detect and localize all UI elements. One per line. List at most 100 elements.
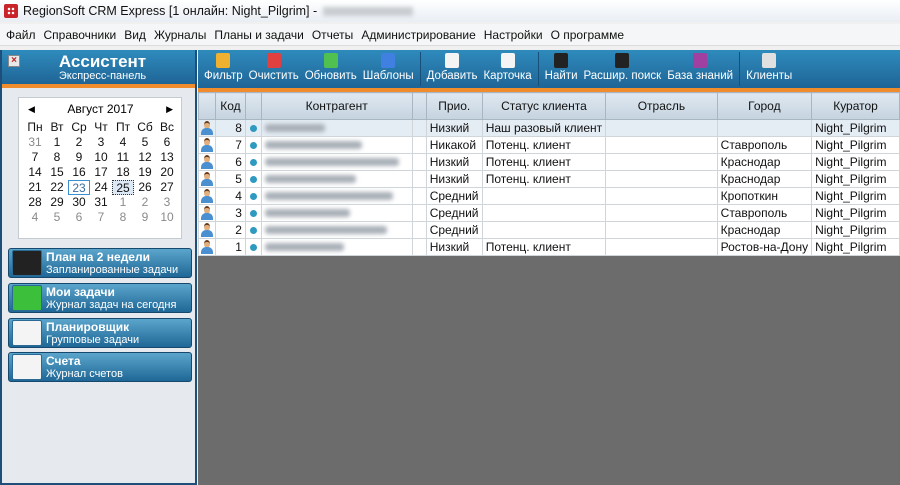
clear-filter-icon: [266, 53, 281, 68]
calendar-day[interactable]: 11: [112, 150, 134, 165]
clients-grid: Код Контрагент Прио. Статус клиента Отрасль Г…: [198, 92, 900, 485]
nav-button-title: Мои задачи: [46, 284, 115, 299]
calendar-day[interactable]: 25: [112, 180, 134, 195]
nav-button-2[interactable]: Мои задачи Журнал задач на сегодня: [8, 283, 192, 313]
calendar-day[interactable]: 5: [134, 135, 156, 150]
calendar-day[interactable]: 27: [156, 180, 178, 195]
nav-button-subtitle: Запланированные задачи: [46, 263, 179, 276]
menu-item[interactable]: Настройки: [480, 28, 547, 42]
calendar-day[interactable]: 4: [112, 135, 134, 150]
table-row[interactable]: 3 Средний Ставрополь Night_Pilgrim: [198, 204, 900, 222]
table-row[interactable]: 4 Средний Кропоткин Night_Pilgrim: [198, 187, 900, 205]
toolbar-button-clear-filter[interactable]: Очистить: [246, 50, 302, 88]
calendar-day[interactable]: 13: [156, 150, 178, 165]
calendar-day[interactable]: 4: [24, 210, 46, 225]
calendar-day[interactable]: 8: [46, 150, 68, 165]
calendar-day[interactable]: 12: [134, 150, 156, 165]
industry-cell: [605, 119, 718, 137]
table-row[interactable]: 6 Низкий Потенц. клиент Краснодар Night_Pilg…: [198, 153, 900, 171]
menu-item[interactable]: Вид: [120, 28, 150, 42]
menu-item[interactable]: О программе: [547, 28, 628, 42]
toolbar-button-card[interactable]: Карточка: [480, 50, 534, 88]
calendar-day[interactable]: 6: [156, 135, 178, 150]
calendar-day[interactable]: 2: [134, 195, 156, 210]
column-header[interactable]: [411, 92, 427, 120]
calendar-day[interactable]: 2: [68, 135, 90, 150]
calendar-day[interactable]: 18: [112, 165, 134, 180]
column-header[interactable]: Куратор: [811, 92, 900, 120]
prev-month-icon[interactable]: ◀: [28, 104, 35, 115]
calendar-day[interactable]: 16: [68, 165, 90, 180]
table-row[interactable]: 1 Низкий Потенц. клиент Ростов-на-Дону Night…: [198, 238, 900, 256]
calendar-day[interactable]: 31: [24, 135, 46, 150]
calendar-day[interactable]: 28: [24, 195, 46, 210]
calendar-day[interactable]: 17: [90, 165, 112, 180]
menu-item[interactable]: Файл: [2, 28, 40, 42]
calendar-day[interactable]: 7: [24, 150, 46, 165]
toolbar-button-binoculars[interactable]: Найти: [542, 50, 581, 88]
toolbar-button-add-document[interactable]: Добавить: [424, 50, 481, 88]
nav-button-3[interactable]: Планировщик Групповые задачи: [8, 318, 192, 348]
calendar-day[interactable]: 26: [134, 180, 156, 195]
calendar-day[interactable]: 24: [90, 180, 112, 195]
calendar-day[interactable]: 15: [46, 165, 68, 180]
column-header[interactable]: Код: [215, 92, 246, 120]
column-header[interactable]: [198, 92, 216, 120]
menu-item[interactable]: Отчеты: [308, 28, 357, 42]
calendar-day[interactable]: 8: [112, 210, 134, 225]
toolbar-button-book[interactable]: База знаний: [664, 50, 736, 88]
menu-item[interactable]: Планы и задачи: [210, 28, 307, 42]
nav-button-text: Счета Журнал счетов: [46, 354, 123, 380]
weekday-label: Сб: [137, 120, 153, 134]
curator-cell: Night_Pilgrim: [811, 238, 900, 256]
calendar-day[interactable]: 21: [24, 180, 46, 195]
column-header[interactable]: [244, 92, 262, 120]
calendar-day[interactable]: 31: [90, 195, 112, 210]
table-row[interactable]: 2 Средний Краснодар Night_Pilgrim: [198, 221, 900, 239]
calendar-day[interactable]: 1: [46, 135, 68, 150]
calendar-day[interactable]: 3: [90, 135, 112, 150]
calendar-day[interactable]: 5: [46, 210, 68, 225]
calendar-day[interactable]: 14: [24, 165, 46, 180]
menu-item[interactable]: Администрирование: [357, 28, 479, 42]
calendar-grid-icon: [12, 250, 42, 276]
calendar-day[interactable]: 29: [46, 195, 68, 210]
menu-item[interactable]: Журналы: [150, 28, 210, 42]
column-header[interactable]: Контрагент: [260, 92, 413, 120]
column-header[interactable]: Статус клиента: [481, 92, 607, 120]
nav-button-1[interactable]: План на 2 недели Запланированные задачи: [8, 248, 192, 278]
calendar-day[interactable]: 23: [68, 180, 90, 195]
column-header[interactable]: Отрасль: [605, 92, 718, 120]
calendar-day[interactable]: 9: [134, 210, 156, 225]
toolbar-separator: [419, 52, 421, 86]
calendar-day[interactable]: 20: [156, 165, 178, 180]
toolbar-button-clients[interactable]: Клиенты: [743, 50, 795, 88]
calendar-day[interactable]: 10: [156, 210, 178, 225]
calendar-day[interactable]: 19: [134, 165, 156, 180]
calendar-day[interactable]: 3: [156, 195, 178, 210]
calendar-day[interactable]: 30: [68, 195, 90, 210]
person-icon: [201, 206, 213, 220]
next-month-icon[interactable]: ▶: [166, 104, 173, 115]
close-icon[interactable]: ×: [8, 55, 20, 67]
blurred-name: [264, 192, 393, 200]
toolbar-button-refresh[interactable]: Обновить: [302, 50, 360, 88]
calendar-day[interactable]: 7: [90, 210, 112, 225]
calendar-day[interactable]: 6: [68, 210, 90, 225]
calendar-day[interactable]: 9: [68, 150, 90, 165]
table-row[interactable]: 5 Низкий Потенц. клиент Краснодар Night_Pilg…: [198, 170, 900, 188]
calendar-day[interactable]: 22: [46, 180, 68, 195]
calendar-day[interactable]: 10: [90, 150, 112, 165]
toolbar-button-filter[interactable]: Фильтр: [201, 50, 246, 88]
nav-button-4[interactable]: Счета Журнал счетов: [8, 352, 192, 382]
empty-cell: [411, 187, 427, 205]
menu-item[interactable]: Справочники: [40, 28, 121, 42]
toolbar-button-templates[interactable]: Шаблоны: [360, 50, 417, 88]
table-row[interactable]: 7 Никакой Потенц. клиент Ставрополь Night_Pi…: [198, 136, 900, 154]
table-row[interactable]: 8 Низкий Наш разовый клиент Night_Pilgrim: [198, 119, 900, 137]
person-icon: [201, 155, 213, 169]
column-header[interactable]: Город: [716, 92, 813, 120]
toolbar-button-advanced-search[interactable]: Расшир. поиск: [581, 50, 665, 88]
calendar-day[interactable]: 1: [112, 195, 134, 210]
column-header[interactable]: Прио.: [425, 92, 483, 120]
